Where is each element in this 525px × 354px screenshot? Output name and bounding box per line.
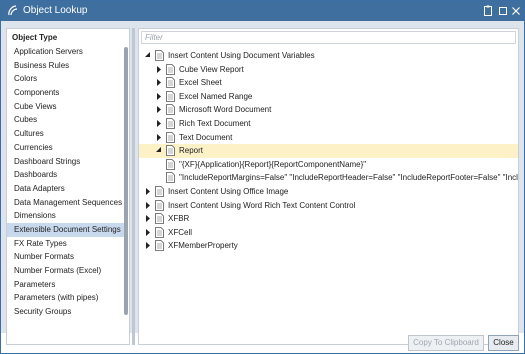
title-bar: Object Lookup	[1, 1, 524, 21]
tree-node-label: Text Document	[179, 132, 233, 142]
tree-node[interactable]: "IncludeReportMargins=False" "IncludeRep…	[139, 171, 518, 185]
object-tree: Insert Content Using Document Variables C…	[139, 49, 518, 344]
object-type-item[interactable]: Dimensions	[7, 209, 125, 223]
object-type-panel: Object Type Application Servers Business …	[6, 28, 130, 345]
clipboard-icon[interactable]	[480, 3, 496, 19]
tree-node[interactable]: Insert Content Using Document Variables	[139, 49, 518, 63]
collapsed-arrow-icon[interactable]	[155, 105, 163, 114]
document-icon	[166, 172, 175, 184]
document-icon	[166, 63, 175, 75]
document-icon	[166, 158, 175, 170]
filter-input[interactable]	[142, 32, 515, 43]
collapsed-arrow-icon[interactable]	[144, 187, 152, 196]
tree-node[interactable]: Report	[139, 144, 518, 158]
tree-node[interactable]: XFCell	[139, 226, 518, 240]
tree-node-label: Report	[179, 146, 204, 156]
tree-node[interactable]: Insert Content Using Office Image	[139, 185, 518, 199]
object-type-item[interactable]: Application Servers	[7, 45, 125, 59]
object-lookup-window: Object Lookup Object Type Application Se…	[0, 0, 525, 354]
close-icon[interactable]	[508, 3, 524, 19]
document-icon	[166, 104, 175, 116]
panel-splitter[interactable]	[132, 28, 135, 345]
tree-node-label: "IncludeReportMargins=False" "IncludeRep…	[179, 173, 518, 183]
document-icon	[166, 145, 175, 157]
document-icon	[155, 226, 164, 238]
object-type-item[interactable]: Currencies	[7, 141, 125, 155]
collapsed-arrow-icon[interactable]	[155, 65, 163, 74]
close-button[interactable]: Close	[488, 335, 519, 351]
tree-node-label: Insert Content Using Office Image	[168, 187, 289, 196]
tree-node-label: XFBR	[168, 214, 190, 224]
object-type-item[interactable]: Data Management Sequences	[7, 196, 125, 210]
collapsed-arrow-icon[interactable]	[144, 228, 152, 237]
copy-to-clipboard-button[interactable]: Copy To Clipboard	[408, 335, 484, 351]
tree-node[interactable]: Microsoft Word Document	[139, 103, 518, 117]
collapsed-arrow-icon[interactable]	[155, 78, 163, 87]
tree-node-label: Insert Content Using Document Variables	[168, 51, 315, 60]
object-type-item[interactable]: Parameters	[7, 278, 125, 292]
tree-node[interactable]: Rich Text Document	[139, 117, 518, 131]
tree-node-label: Excel Sheet	[179, 78, 222, 88]
object-type-item[interactable]: Business Rules	[7, 59, 125, 73]
scrollbar-thumb[interactable]	[124, 47, 128, 315]
document-icon	[155, 240, 164, 252]
document-icon	[166, 77, 175, 89]
object-type-item[interactable]: Cultures	[7, 127, 125, 141]
object-type-item[interactable]: FX Rate Types	[7, 237, 125, 251]
tree-node[interactable]: "{XF}{Application}{Report}{ReportCompone…	[139, 158, 518, 172]
window-title: Object Lookup	[23, 5, 88, 16]
object-type-list: Application Servers Business Rules Colors C…	[7, 45, 125, 343]
tree-node[interactable]: XFBR	[139, 212, 518, 226]
object-type-item[interactable]: Extensible Document Settings	[7, 222, 125, 237]
onestream-logo-icon	[8, 5, 18, 16]
expanded-arrow-icon[interactable]	[144, 51, 152, 60]
object-type-item[interactable]: Number Formats	[7, 250, 125, 264]
expanded-arrow-icon[interactable]	[155, 146, 163, 155]
tree-node[interactable]: Text Document	[139, 131, 518, 145]
tree-node-label: Microsoft Word Document	[179, 105, 272, 115]
object-type-item[interactable]: Dashboard Strings	[7, 155, 125, 169]
document-icon	[166, 118, 175, 129]
filter-box	[141, 31, 516, 44]
object-type-scrollbar[interactable]	[124, 47, 128, 315]
document-icon	[155, 199, 164, 211]
tree-node[interactable]: Cube View Report	[139, 63, 518, 77]
collapsed-arrow-icon[interactable]	[155, 92, 163, 101]
object-type-item[interactable]: Colors	[7, 72, 125, 86]
collapsed-arrow-icon[interactable]	[155, 119, 163, 128]
object-type-item[interactable]: Dashboards	[7, 168, 125, 182]
document-icon	[155, 50, 164, 61]
document-icon	[155, 213, 164, 225]
collapsed-arrow-icon[interactable]	[144, 241, 152, 250]
tree-node-label: XFCell	[168, 227, 193, 237]
object-type-item[interactable]: Data Adapters	[7, 182, 125, 196]
tree-node-label: Cube View Report	[179, 64, 244, 74]
object-type-item[interactable]: Security Groups	[7, 305, 125, 319]
object-type-item[interactable]: Parameters (with pipes)	[7, 291, 125, 305]
collapsed-arrow-icon[interactable]	[144, 201, 152, 210]
document-icon	[155, 186, 164, 197]
object-type-item[interactable]: Cube Views	[7, 100, 125, 114]
tree-node-label: Excel Named Range	[179, 91, 253, 101]
object-type-header: Object Type	[12, 33, 58, 42]
tree-node[interactable]: Insert Content Using Word Rich Text Cont…	[139, 199, 518, 213]
tree-node-label: "{XF}{Application}{Report}{ReportCompone…	[179, 159, 367, 169]
tree-node[interactable]: XFMemberProperty	[139, 239, 518, 253]
tree-node[interactable]: Excel Sheet	[139, 76, 518, 90]
collapsed-arrow-icon[interactable]	[155, 133, 163, 142]
tree-node-label: XFMemberProperty	[168, 241, 238, 251]
tree-node-label: Insert Content Using Word Rich Text Cont…	[168, 200, 356, 210]
object-tree-panel: Insert Content Using Document Variables C…	[138, 28, 519, 345]
object-type-item[interactable]: Components	[7, 86, 125, 100]
object-type-item[interactable]: Number Formats (Excel)	[7, 264, 125, 278]
tree-node-label: Rich Text Document	[179, 119, 251, 128]
document-icon	[166, 131, 175, 143]
object-type-item[interactable]: Cubes	[7, 113, 125, 127]
collapsed-arrow-icon[interactable]	[144, 214, 152, 223]
tree-node[interactable]: Excel Named Range	[139, 90, 518, 104]
document-icon	[166, 90, 175, 102]
